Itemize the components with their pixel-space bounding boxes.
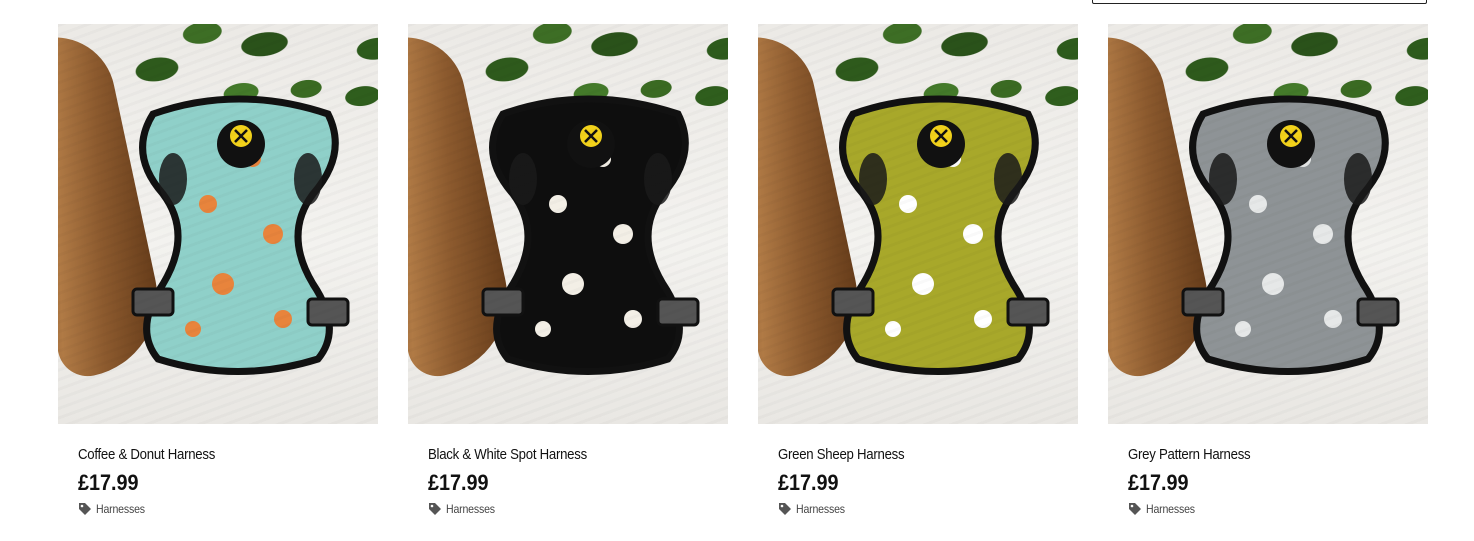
leaves-background <box>109 24 378 165</box>
tag-icon <box>428 502 442 516</box>
product-category[interactable]: Harnesses <box>778 502 1058 516</box>
harness-illustration <box>131 95 350 375</box>
tag-icon <box>1128 502 1142 516</box>
product-category[interactable]: Harnesses <box>428 502 708 516</box>
product-image[interactable] <box>758 24 1078 424</box>
tag-icon <box>778 502 792 516</box>
harness-image <box>1163 84 1413 384</box>
sort-select[interactable] <box>1092 0 1427 4</box>
wood-background <box>58 26 173 382</box>
product-price: £17.99 <box>428 470 489 495</box>
harness-image <box>813 84 1063 384</box>
product-category[interactable]: Harnesses <box>1128 502 1408 516</box>
leaves-background <box>1159 24 1428 165</box>
tag-icon <box>78 502 92 516</box>
product-card[interactable]: Coffee & Donut Harness £17.99 Harnesses <box>58 24 378 516</box>
harness-image <box>113 84 363 384</box>
product-title[interactable]: Green Sheep Harness <box>778 444 1024 466</box>
product-category[interactable]: Harnesses <box>78 502 358 516</box>
product-grid: Coffee & Donut Harness £17.99 Harnesses … <box>58 24 1428 516</box>
product-image[interactable] <box>1108 24 1428 424</box>
product-price: £17.99 <box>778 470 839 495</box>
category-label[interactable]: Harnesses <box>796 502 845 516</box>
wood-background <box>758 26 873 382</box>
leaves-background <box>809 24 1078 165</box>
product-price: £17.99 <box>1128 470 1189 495</box>
product-title[interactable]: Black & White Spot Harness <box>428 444 674 466</box>
wood-background <box>408 26 523 382</box>
leaves-background <box>459 24 728 165</box>
product-card[interactable]: Black & White Spot Harness £17.99 Harnes… <box>408 24 728 516</box>
category-label[interactable]: Harnesses <box>96 502 145 516</box>
harness-illustration <box>481 95 700 375</box>
product-image[interactable] <box>408 24 728 424</box>
harness-illustration <box>831 95 1050 375</box>
product-image[interactable] <box>58 24 378 424</box>
category-label[interactable]: Harnesses <box>1146 502 1195 516</box>
product-card[interactable]: Green Sheep Harness £17.99 Harnesses <box>758 24 1078 516</box>
wood-background <box>1108 26 1223 382</box>
category-label[interactable]: Harnesses <box>446 502 495 516</box>
product-card[interactable]: Grey Pattern Harness £17.99 Harnesses <box>1108 24 1428 516</box>
product-title[interactable]: Grey Pattern Harness <box>1128 444 1374 466</box>
product-title[interactable]: Coffee & Donut Harness <box>78 444 324 466</box>
product-price: £17.99 <box>78 470 139 495</box>
harness-illustration <box>1181 95 1400 375</box>
harness-image <box>463 84 713 384</box>
